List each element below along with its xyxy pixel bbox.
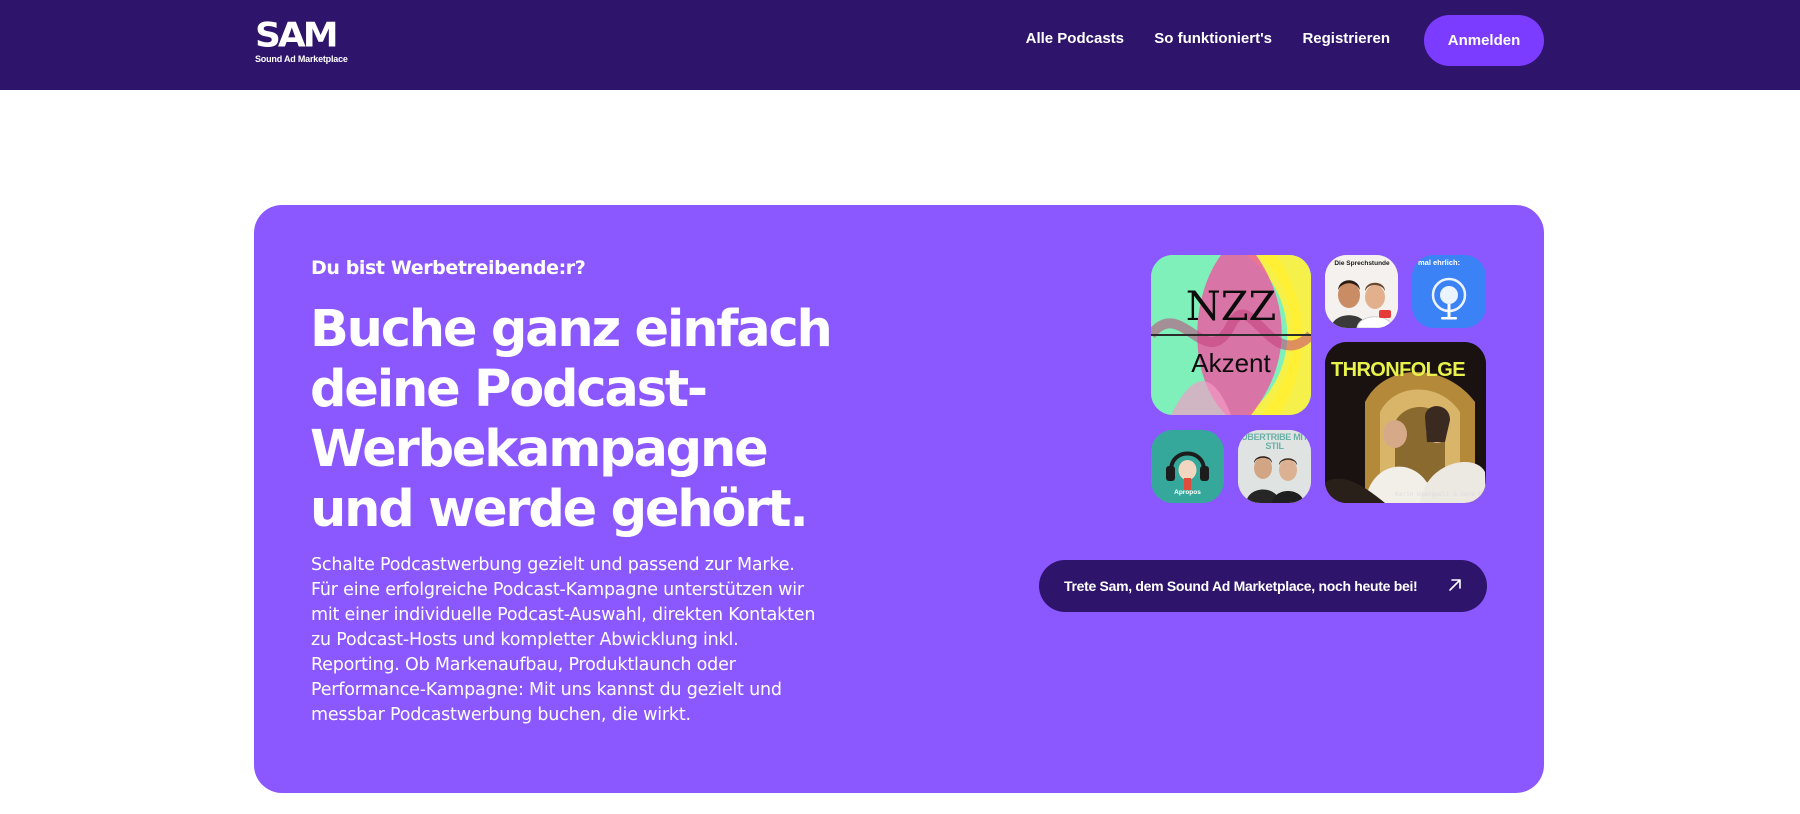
podcast-cover-sprechstunde[interactable]: Die Sprechstunde (1325, 255, 1398, 328)
cta-label: Trete Sam, dem Sound Ad Marketplace, noc… (1064, 578, 1418, 594)
podcast-cover-nzz-akzent[interactable]: NZZ Akzent (1151, 255, 1311, 415)
podcast-cover-ubertribe[interactable]: ÜBERTRIBE MIT STIL (1238, 430, 1311, 503)
sam-logo[interactable]: SAM Sound Ad Marketplace (255, 16, 348, 64)
nzz-title: NZZ (1185, 284, 1277, 330)
logo-subtitle: Sound Ad Marketplace (255, 54, 348, 64)
thronfolge-title: THRONFOLGE (1331, 359, 1466, 381)
podcast-cover-mal-ehrlich[interactable]: mal ehrlich: (1412, 255, 1486, 328)
thronfolge-credit: Karin Usergueli & Sara N (1395, 491, 1482, 498)
apropos-title: Apropos (1174, 489, 1201, 496)
nzz-subtitle: Akzent (1191, 348, 1271, 378)
nav-link-all-podcasts[interactable]: Alle Podcasts (1026, 30, 1124, 47)
top-navigation-bar: SAM Sound Ad Marketplace Alle Podcasts S… (0, 0, 1800, 90)
mal-ehrlich-title: mal ehrlich: (1418, 258, 1461, 267)
nav-link-how-it-works[interactable]: So funktioniert's (1154, 30, 1272, 47)
arrow-up-right-icon (1449, 579, 1461, 591)
podcast-cover-thronfolge[interactable]: THRONFOLGE Karin Usergueli & Sara N (1325, 342, 1486, 503)
hero-card: Du bist Werbetreibende:r? Buche ganz ein… (254, 205, 1544, 793)
nzz-divider (1151, 334, 1311, 336)
sprechstunde-title: Die Sprechstunde (1334, 260, 1390, 267)
hero-headline: Buche ganz einfach deine Podcast-Werbeka… (310, 300, 833, 539)
nav-link-register[interactable]: Registrieren (1302, 30, 1390, 47)
join-sam-cta-button[interactable]: Trete Sam, dem Sound Ad Marketplace, noc… (1039, 560, 1487, 612)
hero-description: Schalte Podcastwerbung gezielt und passe… (311, 555, 816, 725)
ubertribe-title: ÜBERTRIBE MIT STIL (1241, 432, 1308, 451)
logo-mark: SAM (255, 16, 339, 55)
login-button[interactable]: Anmelden (1424, 15, 1544, 66)
hero-eyebrow: Du bist Werbetreibende:r? (311, 257, 586, 279)
podcast-cover-apropos[interactable]: Apropos (1151, 430, 1224, 503)
